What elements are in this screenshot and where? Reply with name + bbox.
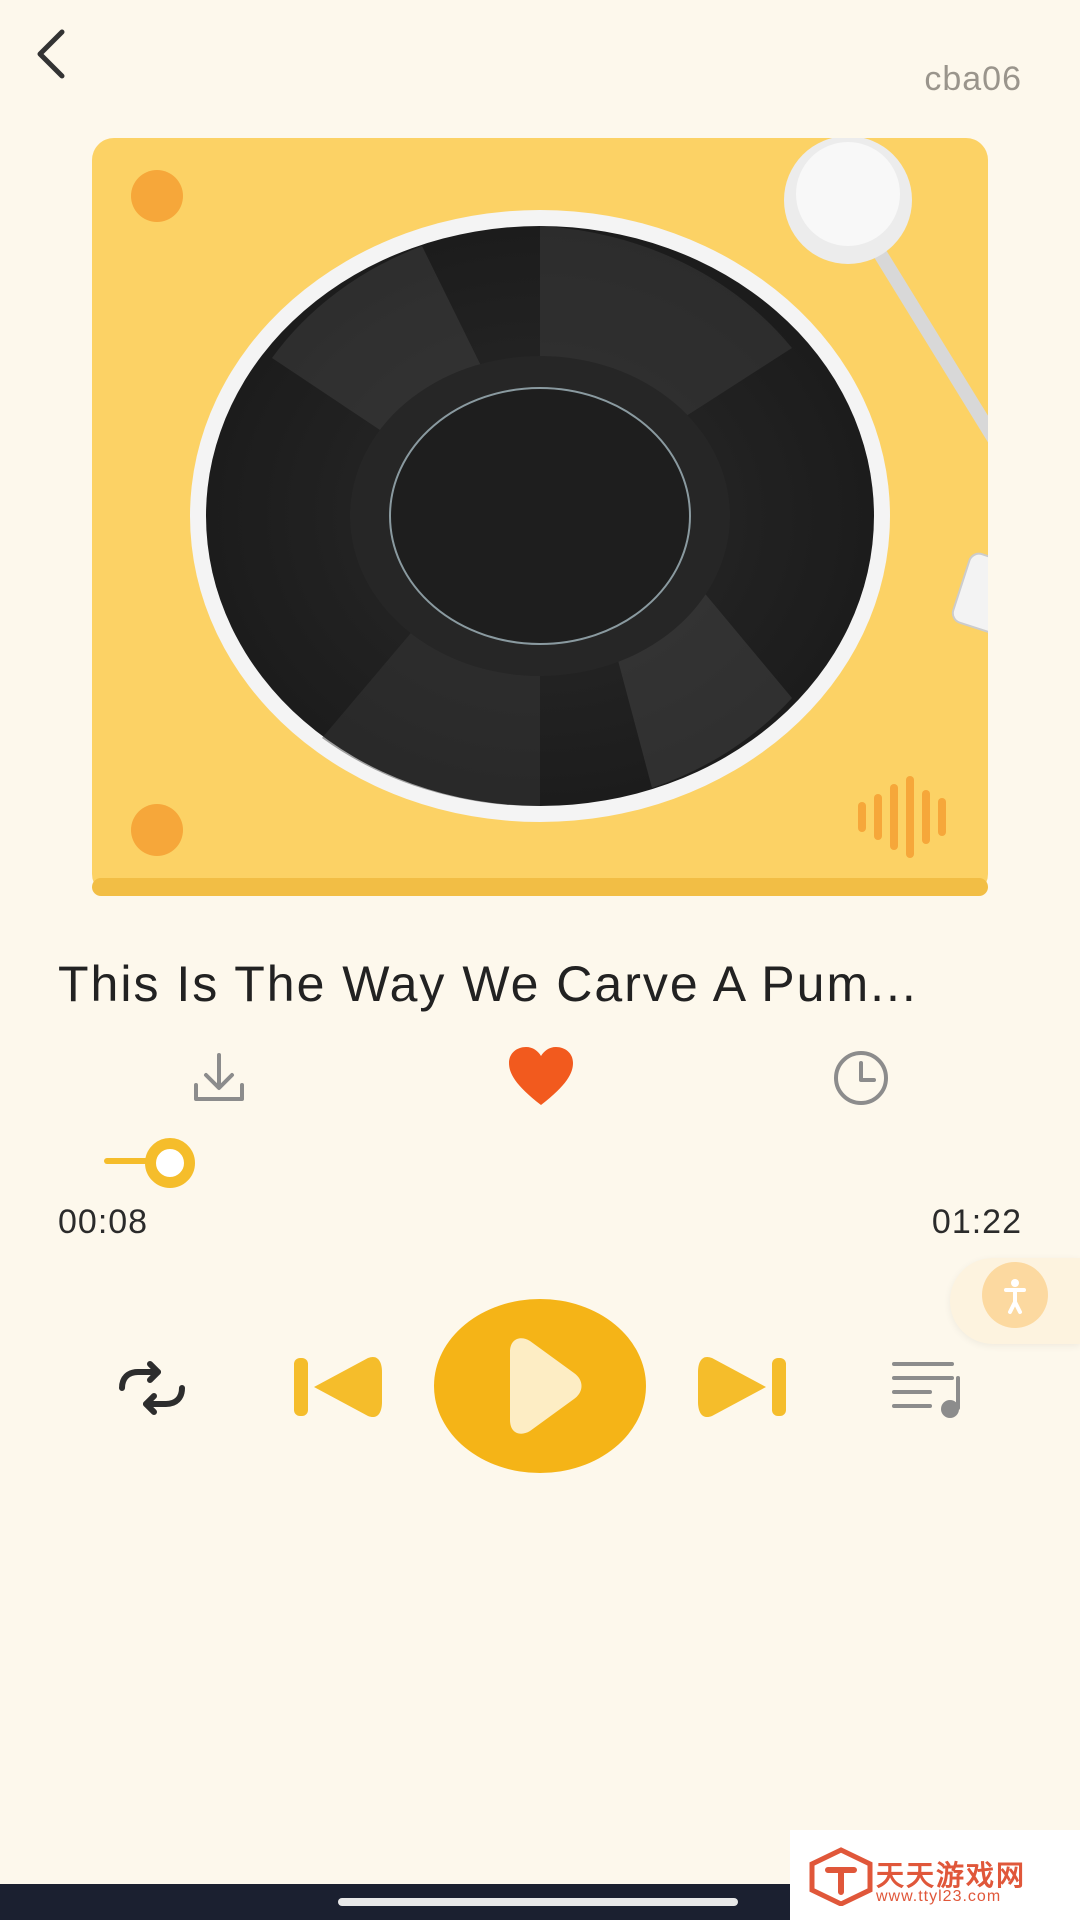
download-button[interactable] (186, 1045, 252, 1111)
next-icon (698, 1356, 786, 1418)
previous-button[interactable] (292, 1352, 384, 1422)
heart-icon (509, 1047, 573, 1105)
watermark-logo-icon (809, 1847, 873, 1906)
play-button[interactable] (432, 1297, 648, 1475)
repeat-icon (119, 1361, 185, 1415)
accessibility-icon (1004, 1279, 1026, 1314)
repeat-button[interactable] (112, 1356, 192, 1420)
back-arrow-icon (37, 29, 65, 79)
accessibility-button[interactable] (982, 1262, 1048, 1328)
playlist-icon (892, 1362, 960, 1418)
album-art (92, 136, 1025, 896)
clock-icon (834, 1051, 888, 1105)
username-label: cba06 (924, 60, 1022, 98)
download-icon (194, 1053, 244, 1101)
turntable-illustration (92, 136, 1025, 896)
back-button[interactable] (28, 22, 78, 82)
watermark-url: www.ttyl23.com (876, 1888, 1002, 1905)
like-button[interactable] (505, 1045, 577, 1111)
next-button[interactable] (696, 1352, 788, 1422)
song-title: This Is The Way We Carve A Pum... (58, 956, 918, 1012)
progress-thumb[interactable] (144, 1138, 195, 1188)
total-duration: 01:22 (931, 1203, 1022, 1241)
play-icon (434, 1299, 646, 1473)
sleep-timer-button[interactable] (828, 1045, 894, 1111)
previous-icon (294, 1356, 382, 1418)
playlist-button[interactable] (890, 1356, 966, 1420)
home-indicator[interactable] (338, 1898, 738, 1906)
elapsed-time: 00:08 (58, 1203, 149, 1241)
